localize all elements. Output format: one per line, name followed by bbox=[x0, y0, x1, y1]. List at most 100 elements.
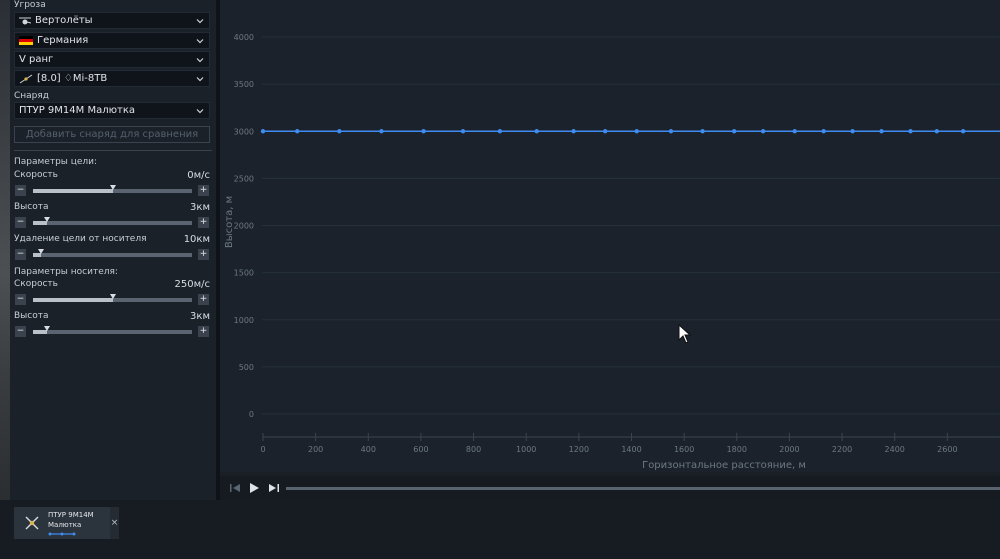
data-point bbox=[760, 129, 766, 134]
playback-bar bbox=[220, 476, 1000, 500]
target-params-label: Параметры цели: bbox=[14, 157, 98, 167]
carrier-altitude-row: Высота 3км bbox=[14, 311, 210, 322]
series-layer bbox=[260, 129, 1000, 134]
x-tick-label: 1000 bbox=[516, 445, 536, 454]
slider-thumb[interactable] bbox=[44, 326, 51, 331]
skip-back-icon[interactable] bbox=[229, 482, 241, 494]
y-axis-label: Высота, м bbox=[224, 196, 235, 248]
y-tick-label: 2500 bbox=[234, 174, 254, 183]
y-tick-labels: 0 500 1000 1500 2000 2500 3000 3500 4000 bbox=[234, 33, 254, 419]
x-tick-label: 1200 bbox=[569, 445, 589, 454]
target-altitude-minus-button[interactable]: − bbox=[15, 217, 26, 228]
country-dropdown[interactable]: Германия bbox=[14, 32, 210, 49]
x-tick-label: 2400 bbox=[885, 445, 905, 454]
close-icon[interactable]: × bbox=[110, 507, 119, 539]
germany-flag-icon bbox=[19, 36, 33, 45]
carrier-speed-plus-button[interactable]: + bbox=[198, 294, 209, 305]
y-tick-label: 1500 bbox=[234, 269, 254, 278]
mouse-cursor-icon bbox=[678, 324, 692, 344]
target-speed-slider[interactable] bbox=[33, 185, 192, 193]
carrier-altitude-minus-button[interactable]: − bbox=[15, 326, 26, 337]
slider-thumb[interactable] bbox=[37, 249, 44, 254]
compare-bar bbox=[0, 500, 1000, 559]
data-point bbox=[421, 129, 426, 134]
target-altitude-row: Высота 3км bbox=[14, 202, 210, 213]
background-strip bbox=[0, 0, 10, 500]
data-point bbox=[602, 129, 608, 134]
param-label: Удаление цели от носителя bbox=[14, 234, 147, 244]
data-point bbox=[731, 129, 737, 134]
trajectory-chart[interactable]: 0 500 1000 1500 2000 2500 3000 3500 4000 0 200 400… bbox=[220, 0, 1000, 472]
compare-card-title: ПТУР 9М14М bbox=[48, 511, 94, 519]
data-point bbox=[908, 129, 913, 134]
data-point bbox=[337, 129, 342, 134]
vehicle-value: [8.0] ♢Mi-8TB bbox=[37, 73, 108, 84]
param-value: 3км bbox=[190, 311, 210, 322]
target-altitude-slider[interactable] bbox=[33, 217, 192, 225]
data-point bbox=[821, 129, 826, 134]
carrier-speed-minus-button[interactable]: − bbox=[15, 294, 26, 305]
y-tick-label: 3000 bbox=[234, 127, 254, 136]
data-point bbox=[571, 129, 576, 134]
rank-dropdown[interactable]: V ранг bbox=[14, 51, 210, 68]
param-label: Скорость bbox=[14, 279, 58, 289]
x-tick-label: 1400 bbox=[621, 445, 641, 454]
y-tick-label: 4000 bbox=[234, 33, 254, 42]
x-tick-label: 2200 bbox=[832, 445, 852, 454]
shell-dropdown[interactable]: ПТУР 9М14М Малютка bbox=[14, 102, 210, 119]
threat-label: Угроза bbox=[14, 0, 46, 10]
x-axis bbox=[262, 433, 1000, 441]
target-speed-row: Скорость 0м/с bbox=[14, 170, 210, 181]
param-value: 3км bbox=[190, 202, 210, 213]
chevron-down-icon bbox=[196, 58, 204, 63]
carrier-speed-slider[interactable] bbox=[33, 294, 192, 302]
slider-thumb[interactable] bbox=[44, 217, 51, 222]
x-tick-label: 1800 bbox=[727, 445, 747, 454]
shell-value: ПТУР 9М14М Малютка bbox=[19, 105, 136, 116]
compare-card-subtitle: Малютка bbox=[48, 521, 82, 529]
slider-fill bbox=[33, 298, 113, 302]
x-tick-label: 0 bbox=[260, 445, 265, 454]
x-tick-label: 1600 bbox=[674, 445, 694, 454]
slider-thumb[interactable] bbox=[109, 294, 116, 299]
target-altitude-plus-button[interactable]: + bbox=[198, 217, 209, 228]
compare-card[interactable]: ПТУР 9М14М Малютка bbox=[14, 507, 110, 539]
y-tick-label: 1000 bbox=[234, 316, 254, 325]
shell-label: Снаряд bbox=[14, 91, 50, 101]
data-point bbox=[634, 129, 639, 134]
data-point bbox=[879, 129, 884, 134]
chevron-down-icon bbox=[196, 109, 204, 114]
carrier-altitude-slider[interactable] bbox=[33, 326, 192, 334]
playback-progress[interactable] bbox=[286, 487, 1000, 490]
country-value: Германия bbox=[37, 35, 89, 46]
target-speed-plus-button[interactable]: + bbox=[198, 185, 209, 196]
data-point bbox=[668, 129, 674, 134]
chevron-down-icon bbox=[196, 19, 204, 24]
data-point bbox=[534, 129, 539, 134]
target-distance-minus-button[interactable]: − bbox=[15, 249, 26, 260]
rank-value: V ранг bbox=[19, 54, 54, 65]
vehicle-dropdown[interactable]: [8.0] ♢Mi-8TB bbox=[14, 70, 210, 87]
y-tick-label: 3500 bbox=[234, 80, 254, 89]
carrier-altitude-plus-button[interactable]: + bbox=[198, 326, 209, 337]
vehicle-icon bbox=[19, 74, 33, 83]
play-icon[interactable] bbox=[248, 482, 260, 494]
threat-type-value: Вертолёты bbox=[35, 15, 93, 26]
missile-icon bbox=[25, 516, 39, 530]
slider-thumb[interactable] bbox=[109, 185, 116, 190]
helicopter-icon bbox=[19, 17, 31, 24]
add-shell-button[interactable]: Добавить снаряд для сравнения bbox=[14, 126, 210, 143]
param-label: Высота bbox=[14, 311, 49, 321]
carrier-params-label: Параметры носителя: bbox=[14, 267, 118, 277]
data-point bbox=[260, 129, 266, 134]
threat-type-dropdown[interactable]: Вертолёты bbox=[14, 12, 210, 29]
target-distance-slider[interactable] bbox=[33, 249, 192, 257]
x-tick-label: 800 bbox=[466, 445, 481, 454]
target-speed-minus-button[interactable]: − bbox=[15, 185, 26, 196]
divider bbox=[14, 150, 212, 151]
param-value: 0м/с bbox=[187, 170, 210, 181]
data-point bbox=[295, 129, 300, 134]
skip-forward-icon[interactable] bbox=[268, 482, 280, 494]
target-distance-plus-button[interactable]: + bbox=[198, 249, 209, 260]
x-tick-label: 400 bbox=[361, 445, 376, 454]
